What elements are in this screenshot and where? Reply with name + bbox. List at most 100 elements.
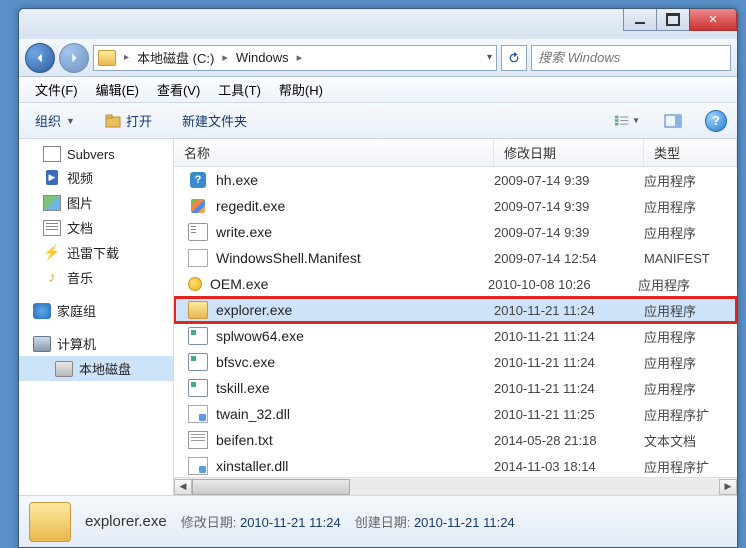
file-date: 2014-11-03 18:14 bbox=[494, 459, 644, 474]
file-date: 2009-07-14 9:39 bbox=[494, 225, 644, 240]
breadcrumb-drive[interactable]: 本地磁盘 (C:) bbox=[137, 48, 214, 67]
sidebar-item-documents[interactable]: 文档 bbox=[19, 215, 173, 240]
file-name: twain_32.dll bbox=[216, 406, 494, 422]
file-name: hh.exe bbox=[216, 172, 494, 188]
horizontal-scrollbar[interactable]: ◀ ▶ bbox=[174, 477, 737, 495]
file-type: 应用程序扩 bbox=[644, 457, 737, 476]
organize-button[interactable]: 组织▼ bbox=[29, 107, 81, 134]
sidebar-item-thunder[interactable]: 迅雷下载 bbox=[19, 240, 173, 265]
scroll-track[interactable] bbox=[192, 479, 719, 495]
maximize-button[interactable] bbox=[656, 9, 690, 31]
new-folder-button[interactable]: 新建文件夹 bbox=[176, 107, 253, 134]
newfolder-label: 新建文件夹 bbox=[182, 111, 247, 130]
status-mod-label: 修改日期: bbox=[181, 515, 237, 530]
column-name[interactable]: 名称 bbox=[174, 139, 494, 166]
navbar: ▸ 本地磁盘 (C:) ▸ Windows ▸ ▾ bbox=[19, 39, 737, 77]
menubar: 文件(F) 编辑(E) 查看(V) 工具(T) 帮助(H) bbox=[19, 77, 737, 103]
pictures-icon bbox=[43, 195, 61, 211]
menu-edit[interactable]: 编辑(E) bbox=[88, 77, 147, 102]
file-type: 应用程序 bbox=[644, 223, 737, 242]
breadcrumb-sep: ▸ bbox=[222, 51, 228, 64]
file-name: WindowsShell.Manifest bbox=[216, 250, 494, 266]
view-options-button[interactable]: ▼ bbox=[613, 109, 641, 133]
scroll-thumb[interactable] bbox=[192, 479, 350, 495]
file-row[interactable]: write.exe2009-07-14 9:39应用程序 bbox=[174, 219, 737, 245]
file-row[interactable]: explorer.exe2010-11-21 11:24应用程序 bbox=[174, 297, 737, 323]
addr-dropdown[interactable]: ▾ bbox=[487, 52, 492, 63]
file-row[interactable]: beifen.txt2014-05-28 21:18文本文档 bbox=[174, 427, 737, 453]
sidebar-item-pictures[interactable]: 图片 bbox=[19, 190, 173, 215]
file-row[interactable]: splwow64.exe2010-11-21 11:24应用程序 bbox=[174, 323, 737, 349]
file-icon bbox=[188, 457, 208, 475]
file-row[interactable]: WindowsShell.Manifest2009-07-14 12:54MAN… bbox=[174, 245, 737, 271]
file-list-pane: 名称 修改日期 类型 hh.exe2009-07-14 9:39应用程序rege… bbox=[174, 139, 737, 495]
navigation-pane: Subvers 视频 图片 文档 迅雷下载 音乐 家庭组 计算机 本地磁盘 bbox=[19, 139, 174, 495]
file-date: 2009-07-14 9:39 bbox=[494, 173, 644, 188]
forward-button[interactable] bbox=[59, 43, 89, 73]
file-date: 2010-11-21 11:25 bbox=[494, 407, 644, 422]
sidebar-item-subversion[interactable]: Subvers bbox=[19, 143, 173, 165]
sidebar-item-videos[interactable]: 视频 bbox=[19, 165, 173, 190]
menu-tools[interactable]: 工具(T) bbox=[210, 77, 269, 102]
sidebar-item-localdisk[interactable]: 本地磁盘 bbox=[19, 356, 173, 381]
status-create-label: 创建日期: bbox=[355, 515, 411, 530]
file-icon bbox=[188, 353, 208, 371]
sidebar-item-computer[interactable]: 计算机 bbox=[19, 331, 173, 356]
sidebar-item-music[interactable]: 音乐 bbox=[19, 265, 173, 290]
preview-pane-button[interactable] bbox=[659, 109, 687, 133]
file-name: regedit.exe bbox=[216, 198, 494, 214]
file-name: splwow64.exe bbox=[216, 328, 494, 344]
open-icon bbox=[105, 114, 121, 128]
menu-file[interactable]: 文件(F) bbox=[27, 77, 86, 102]
open-button[interactable]: 打开 bbox=[99, 107, 158, 134]
documents-icon bbox=[43, 220, 61, 236]
breadcrumb-folder[interactable]: Windows bbox=[236, 50, 289, 65]
titlebar: ✕ bbox=[19, 9, 737, 39]
file-date: 2009-07-14 9:39 bbox=[494, 199, 644, 214]
column-type[interactable]: 类型 bbox=[644, 139, 737, 166]
open-label: 打开 bbox=[126, 111, 152, 130]
status-filename: explorer.exe bbox=[85, 513, 167, 530]
help-button[interactable]: ? bbox=[705, 110, 727, 132]
close-button[interactable]: ✕ bbox=[689, 9, 737, 31]
menu-help[interactable]: 帮助(H) bbox=[271, 77, 331, 102]
scroll-left-button[interactable]: ◀ bbox=[174, 479, 192, 495]
file-row[interactable]: twain_32.dll2010-11-21 11:25应用程序扩 bbox=[174, 401, 737, 427]
menu-view[interactable]: 查看(V) bbox=[149, 77, 208, 102]
sidebar-item-homegroup[interactable]: 家庭组 bbox=[19, 298, 173, 323]
file-name: write.exe bbox=[216, 224, 494, 240]
file-row[interactable]: regedit.exe2009-07-14 9:39应用程序 bbox=[174, 193, 737, 219]
file-row[interactable]: hh.exe2009-07-14 9:39应用程序 bbox=[174, 167, 737, 193]
file-date: 2009-07-14 12:54 bbox=[494, 251, 644, 266]
file-date: 2010-11-21 11:24 bbox=[494, 381, 644, 396]
file-name: bfsvc.exe bbox=[216, 354, 494, 370]
column-headers: 名称 修改日期 类型 bbox=[174, 139, 737, 167]
back-button[interactable] bbox=[25, 43, 55, 73]
address-bar[interactable]: ▸ 本地磁盘 (C:) ▸ Windows ▸ ▾ bbox=[93, 45, 497, 71]
file-row[interactable]: tskill.exe2010-11-21 11:24应用程序 bbox=[174, 375, 737, 401]
file-date: 2010-11-21 11:24 bbox=[494, 355, 644, 370]
file-icon bbox=[188, 327, 208, 345]
scroll-right-button[interactable]: ▶ bbox=[719, 479, 737, 495]
file-name: xinstaller.dll bbox=[216, 458, 494, 474]
computer-icon bbox=[33, 336, 51, 352]
file-row[interactable]: xinstaller.dll2014-11-03 18:14应用程序扩 bbox=[174, 453, 737, 477]
explorer-window: ✕ ▸ 本地磁盘 (C:) ▸ Windows ▸ ▾ 文件(F) 编辑(E) … bbox=[18, 8, 738, 548]
command-bar: 组织▼ 打开 新建文件夹 ▼ ? bbox=[19, 103, 737, 139]
file-date: 2010-11-21 11:24 bbox=[494, 329, 644, 344]
search-box[interactable] bbox=[531, 45, 731, 71]
drive-icon bbox=[55, 361, 73, 377]
search-input[interactable] bbox=[538, 50, 724, 65]
details-pane: explorer.exe 修改日期: 2010-11-21 11:24 创建日期… bbox=[19, 495, 737, 547]
file-date: 2010-11-21 11:24 bbox=[494, 303, 644, 318]
column-date[interactable]: 修改日期 bbox=[494, 139, 644, 166]
file-row[interactable]: OEM.exe2010-10-08 10:26应用程序 bbox=[174, 271, 737, 297]
thunder-icon bbox=[43, 245, 61, 261]
file-type: 应用程序 bbox=[644, 301, 737, 320]
file-type: 应用程序 bbox=[644, 379, 737, 398]
file-icon bbox=[188, 431, 208, 449]
file-row[interactable]: bfsvc.exe2010-11-21 11:24应用程序 bbox=[174, 349, 737, 375]
minimize-button[interactable] bbox=[623, 9, 657, 31]
refresh-button[interactable] bbox=[501, 45, 527, 71]
file-type: 应用程序 bbox=[644, 327, 737, 346]
